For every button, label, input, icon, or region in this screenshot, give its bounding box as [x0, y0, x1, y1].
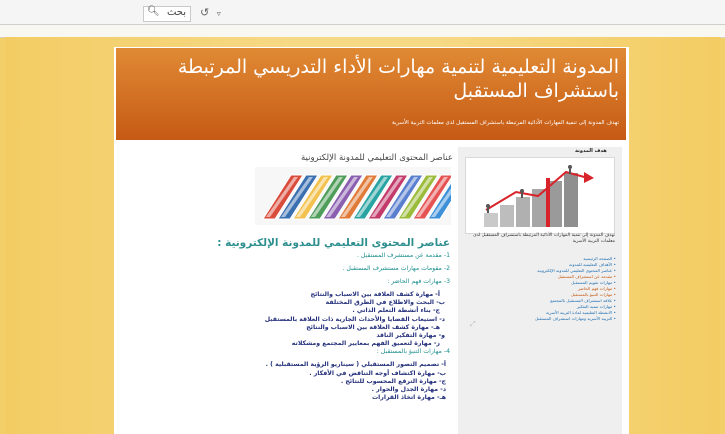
post-line: ب- البحث والاطلاع في الطرق المختلفة — [325, 299, 445, 307]
sidebar-links: • الصفحة الرئيسية • الأهداف التعليمية للم… — [464, 256, 616, 322]
post-line: 4- مهارات التنبؤ بالمستقبل : — [376, 348, 450, 356]
browser-toolbar — [0, 0, 725, 25]
search-icon[interactable]: 🔍︎ — [147, 6, 160, 17]
resize-handle-icon[interactable]: ⤢ — [470, 320, 478, 328]
post-line: ج- مهارة الترقع المحسوب للنتائج . — [340, 377, 446, 385]
post-line: 1- مقدمة عن مستشرف المستقبل . — [357, 252, 450, 259]
post-line: هـ- مهارة اتخاذ القرارات — [371, 394, 446, 402]
growth-chart-illustration — [484, 165, 594, 227]
post-heading: عناصر المحتوى التعليمي للمدونة الإلكترون… — [217, 237, 450, 249]
undo-control[interactable]: ↺ ▿ — [200, 6, 230, 20]
sidebar-image — [465, 157, 615, 234]
post-line: و- مهارة التفكير الناقد — [376, 332, 445, 339]
search-label: بحث — [166, 7, 186, 18]
chevron-down-icon[interactable]: ▿ — [217, 9, 221, 18]
sidebar-link[interactable]: • التربية الأسرية ومهارات استشراف المستق… — [464, 316, 616, 322]
post-line: هـ- مهارة كشف العلاقة بين الاسباب والنتا… — [306, 323, 440, 331]
undo-icon[interactable]: ↺ — [200, 6, 209, 19]
post-title[interactable]: عناصر المحتوى التعليمي للمدونة الإلكترون… — [170, 153, 453, 163]
post-line: د- استيعاب القضايا والأحداث الجارية ذات … — [264, 315, 445, 323]
post-line: ج- بناء أنشطة التعلم الذاتي . — [352, 307, 440, 315]
post-line: أ- تصميم التصور المستقبلي ( سيناريو الرؤ… — [265, 361, 446, 369]
post-line: 2- مقومات مهارات مستشرف المستقبل . — [342, 265, 450, 272]
sidebar-title: هدف المدونة — [575, 148, 607, 154]
blog-title[interactable]: المدونة التعليمية لتنمية مهارات الأداء ا… — [126, 55, 619, 103]
sidebar-caption: تهدف المدونة إلى تنمية المهارات الأدائية… — [473, 233, 615, 244]
books-illustration — [255, 167, 469, 225]
books-image — [255, 167, 469, 225]
post-line: ب- مهارة اكتشاف أوجه التناقض في الأفكار … — [309, 369, 446, 377]
post-line: د- مهارة الجدل والحوار . — [371, 386, 446, 393]
search-box[interactable]: بحث 🔍︎ — [143, 6, 191, 22]
post-line: 3- مهارات فهم الحاضر : — [387, 278, 450, 285]
post-line: أ- مهارة كشف العلاقة بين الاسباب والنتائ… — [310, 291, 440, 298]
blog-tagline: تهدف المدونة إلى تنمية المهارات الأدائية… — [392, 120, 619, 126]
post-line: ز- مهارة لتعميق الفهم بمعايير المجتمع وم… — [291, 340, 440, 348]
